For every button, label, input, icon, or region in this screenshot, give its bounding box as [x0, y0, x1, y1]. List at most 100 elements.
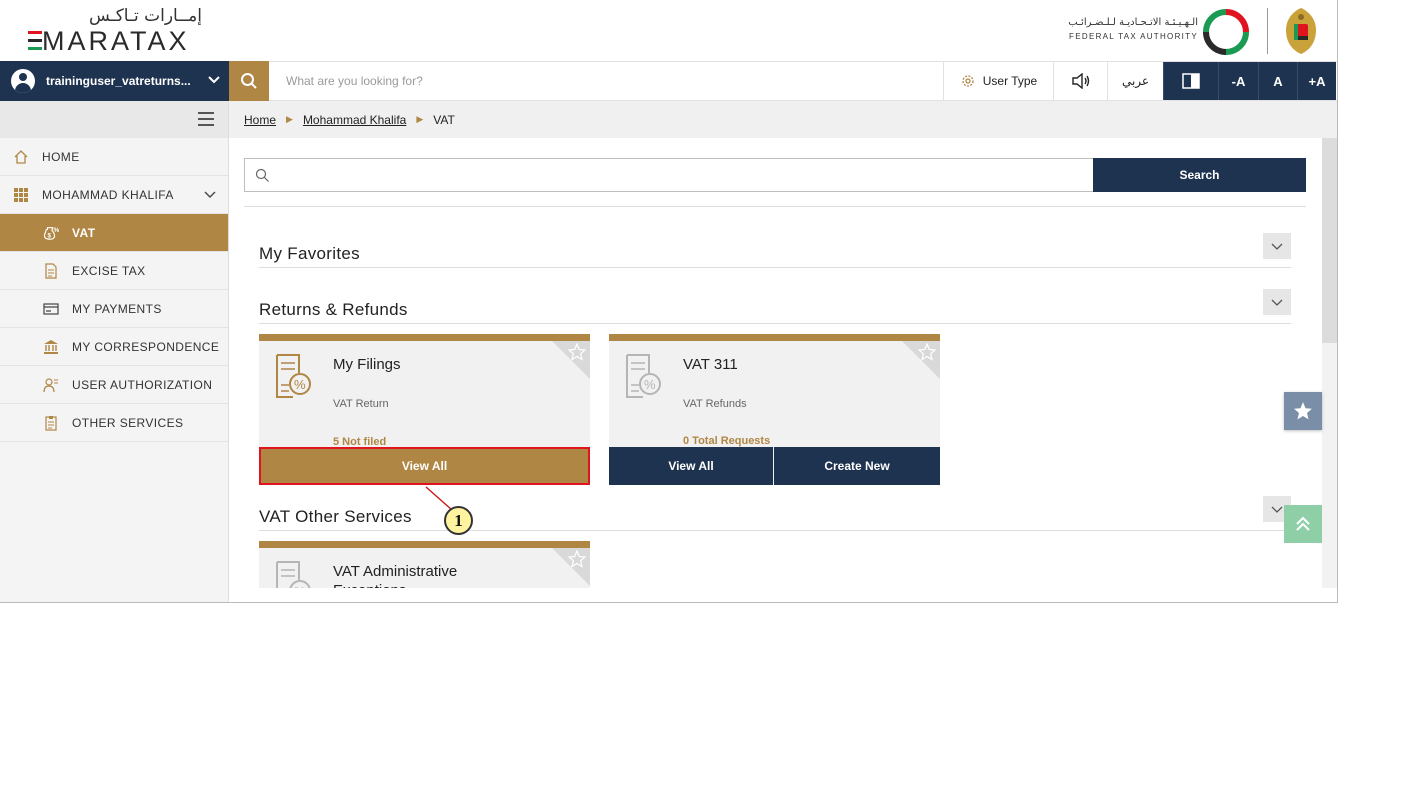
hamburger-menu-icon[interactable] — [198, 112, 214, 126]
home-icon — [13, 149, 29, 165]
sidebar-item-home[interactable]: HOME — [0, 138, 228, 176]
divider — [244, 206, 1306, 207]
service-search-box — [244, 158, 1094, 192]
service-search-button[interactable]: Search — [1093, 158, 1306, 192]
tax-document-icon: % — [626, 354, 661, 398]
sidebar-item-other-services[interactable]: OTHER SERVICES — [0, 404, 228, 442]
section-title-vat-other-services: VAT Other Services — [259, 507, 412, 526]
breadcrumb: Home ▶ Mohammad Khalifa ▶ VAT — [229, 101, 1337, 138]
card-icon — [43, 301, 59, 317]
top-toolbar: traininguser_vatreturns... User Type عرب… — [0, 61, 1337, 101]
chevron-down-icon — [208, 76, 220, 84]
logo-e-bars-icon — [28, 31, 42, 51]
chevron-down-icon — [1271, 299, 1283, 306]
breadcrumb-separator-icon: ▶ — [416, 114, 424, 124]
user-avatar-icon — [11, 69, 35, 93]
sidebar-item-label: MY PAYMENTS — [72, 301, 162, 316]
svg-text:$: $ — [47, 232, 51, 239]
font-decrease-button[interactable]: -A — [1218, 62, 1258, 100]
svg-text:%: % — [644, 377, 656, 392]
scroll-to-top-button[interactable] — [1284, 505, 1322, 543]
font-normal-button[interactable]: A — [1258, 62, 1297, 100]
step-callout-badge: 1 — [444, 506, 473, 535]
breadcrumb-taxpayer-link[interactable]: Mohammad Khalifa — [303, 113, 406, 127]
global-search-button[interactable] — [229, 61, 269, 101]
sidebar-item-my-correspondence[interactable]: MY CORRESPONDENCE — [0, 328, 228, 366]
global-search-input[interactable] — [269, 62, 943, 100]
chevron-down-icon — [1271, 243, 1283, 250]
content-scrollbar[interactable] — [1322, 138, 1337, 588]
sidebar-item-label: MOHAMMAD KHALIFA — [42, 187, 174, 202]
breadcrumb-home-link[interactable]: Home — [244, 113, 276, 127]
sidebar: HOME MOHAMMAD KHALIFA $% VAT EXCISE TAX … — [0, 101, 229, 602]
header-divider — [1267, 8, 1268, 54]
sidebar-item-user-authorization[interactable]: USER AUTHORIZATION — [0, 366, 228, 404]
sidebar-item-mohammad-khalifa[interactable]: MOHAMMAD KHALIFA — [0, 176, 228, 214]
my-filings-view-all-button[interactable]: View All — [259, 447, 590, 485]
user-type-label: User Type — [982, 74, 1038, 88]
sidebar-item-my-payments[interactable]: MY PAYMENTS — [0, 290, 228, 328]
svg-text:%: % — [54, 227, 59, 234]
tax-document-icon: % — [276, 561, 311, 588]
uae-emblem-icon — [1286, 8, 1316, 54]
breadcrumb-current: VAT — [433, 112, 455, 127]
scrollbar-thumb[interactable] — [1322, 138, 1337, 343]
section-divider — [259, 323, 1291, 324]
speaker-icon — [1071, 73, 1089, 89]
money-bag-icon: $% — [43, 225, 59, 241]
card-title: VAT 311 — [683, 356, 738, 373]
arabic-language-button[interactable]: عربي — [1107, 62, 1163, 100]
sidebar-item-label: USER AUTHORIZATION — [72, 377, 213, 392]
star-icon[interactable] — [568, 343, 586, 361]
fta-emblem-icon — [1203, 9, 1249, 55]
chevron-down-icon — [204, 191, 216, 198]
favorites-collapse-toggle[interactable] — [1263, 233, 1291, 259]
text-to-speech-button[interactable] — [1053, 62, 1107, 100]
star-icon[interactable] — [568, 550, 586, 568]
fta-arabic-name: الـهـيـئـة الاتـحـاديـة لـلـضـرائـب — [1068, 17, 1198, 28]
app-window: إمــارات تـاكـس MARATAX الـهـيـئـة الاتـ… — [0, 0, 1338, 603]
star-icon[interactable] — [918, 343, 936, 361]
logo-arabic-text: إمــارات تـاكـس — [89, 6, 202, 26]
font-increase-button[interactable]: +A — [1297, 62, 1336, 100]
main-content: Search My Favorites Returns & Refunds % … — [229, 138, 1322, 588]
sidebar-header — [0, 101, 228, 138]
sidebar-item-excise-tax[interactable]: EXCISE TAX — [0, 252, 228, 290]
sidebar-item-vat[interactable]: $% VAT — [0, 214, 228, 252]
section-divider — [259, 530, 1291, 531]
star-icon — [1294, 402, 1312, 420]
vat311-create-new-button[interactable]: Create New — [774, 447, 940, 485]
double-chevron-up-icon — [1296, 516, 1310, 531]
section-title-returns-refunds: Returns & Refunds — [259, 300, 408, 319]
logo-english-text: MARATAX — [42, 26, 190, 56]
section-divider — [259, 267, 1291, 268]
service-card-vat-311: % VAT 311 VAT Refunds 0 Total Requests V… — [609, 334, 940, 485]
service-search-input[interactable] — [275, 159, 1085, 191]
favorites-floating-button[interactable] — [1284, 392, 1322, 430]
service-card-my-filings: % My Filings VAT Return 5 Not filed View… — [259, 334, 590, 485]
fta-logo[interactable]: الـهـيـئـة الاتـحـاديـة لـلـضـرائـب FEDE… — [1058, 6, 1337, 56]
fta-english-name: FEDERAL TAX AUTHORITY — [1069, 32, 1198, 41]
contrast-toggle-button[interactable] — [1163, 62, 1218, 100]
vat311-view-all-button[interactable]: View All — [609, 447, 773, 485]
grid-icon — [13, 187, 29, 203]
card-status-count: 0 Total Requests — [683, 435, 771, 447]
user-account-dropdown[interactable]: traininguser_vatreturns... — [0, 61, 229, 101]
search-icon — [241, 73, 257, 89]
svg-text:%: % — [294, 584, 306, 588]
top-header: إمــارات تـاكـس MARATAX الـهـيـئـة الاتـ… — [0, 0, 1337, 61]
card-title: VAT Administrative Exceptions — [333, 563, 458, 588]
sidebar-item-label: HOME — [42, 149, 80, 164]
contrast-icon — [1182, 73, 1200, 89]
returns-collapse-toggle[interactable] — [1263, 289, 1291, 315]
user-key-icon — [43, 377, 59, 393]
gear-icon — [962, 75, 974, 87]
service-card-vat-administrative-exceptions: % VAT Administrative Exceptions — [259, 541, 590, 588]
sidebar-item-label: EXCISE TAX — [72, 263, 146, 278]
emaratax-logo[interactable]: إمــارات تـاكـس MARATAX — [26, 4, 206, 56]
clipboard-icon — [43, 415, 59, 431]
user-type-button[interactable]: User Type — [943, 62, 1053, 100]
chevron-down-icon — [1271, 506, 1283, 513]
sidebar-item-label: OTHER SERVICES — [72, 415, 184, 430]
card-title: My Filings — [333, 356, 401, 373]
